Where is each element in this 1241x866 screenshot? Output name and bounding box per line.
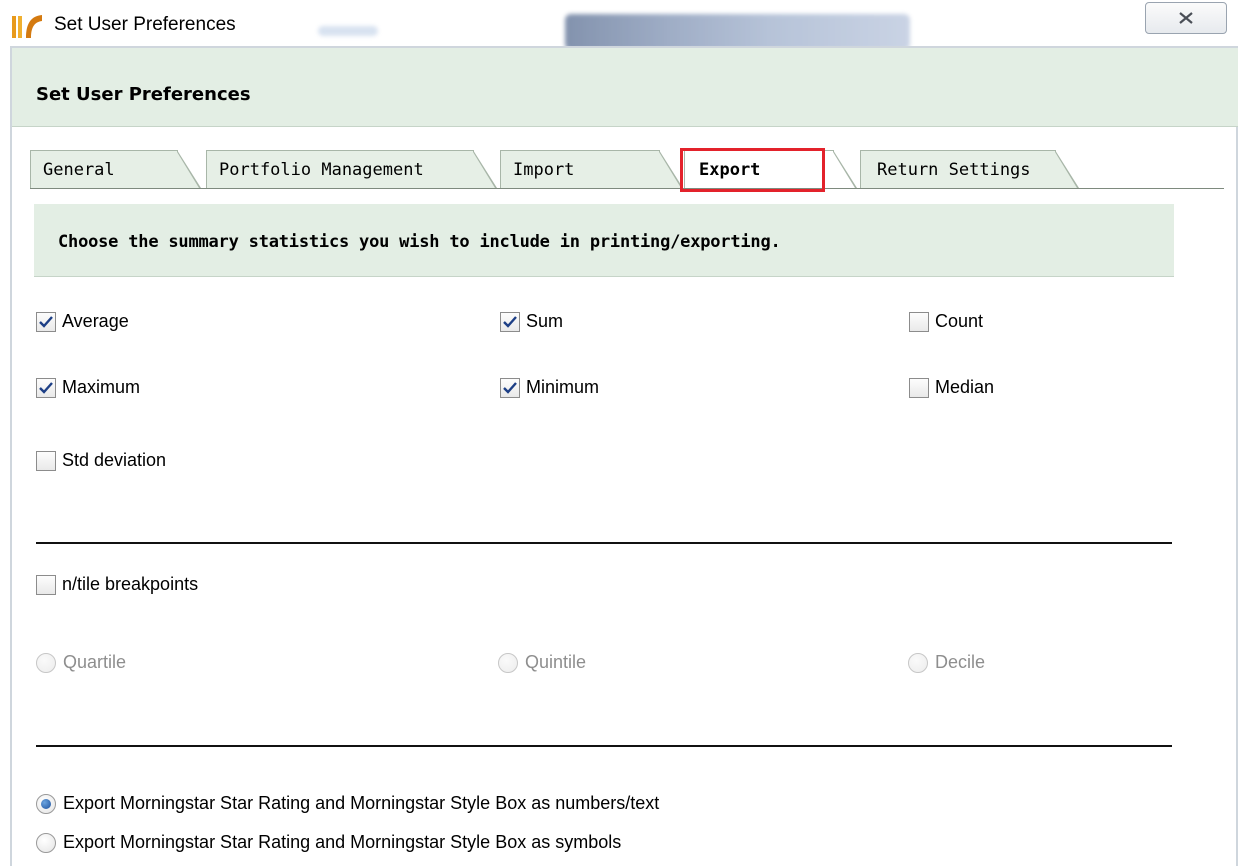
radio-label: Export Morningstar Star Rating and Morni… [63,832,622,852]
checkmark-icon [503,381,517,394]
tab-general[interactable]: General [30,150,201,188]
close-button[interactable] [1145,2,1227,34]
instruction-banner: Choose the summary statistics you wish t… [34,204,1174,277]
radio-circle[interactable] [908,652,928,673]
radio-export-numbers-text[interactable]: Export Morningstar Star Rating and Morni… [36,793,659,814]
checkbox-label: Count [935,311,984,331]
checkbox-label: Maximum [62,377,141,397]
tab-label: Export [699,159,761,180]
checkbox-box[interactable] [36,574,56,595]
checkbox-maximum[interactable]: Maximum [36,377,140,398]
blurred-region [318,26,378,36]
radio-circle[interactable] [36,652,56,673]
window-title-bar: Set User Preferences [0,0,1241,50]
blurred-region [565,14,910,50]
dialog-header: Set User Preferences [12,48,1238,127]
radio-decile[interactable]: Decile [908,652,985,673]
checkbox-box[interactable] [500,311,520,332]
checkbox-count[interactable]: Count [909,311,983,332]
checkbox-label: Std deviation [62,450,167,470]
checkbox-label: Minimum [526,377,600,397]
radio-quintile[interactable]: Quintile [498,652,586,673]
checkbox-label: Median [935,377,995,397]
section-divider [36,542,1172,544]
checkbox-box[interactable] [36,377,56,398]
checkbox-label: n/tile breakpoints [62,574,199,594]
checkbox-box[interactable] [909,377,929,398]
radio-label: Decile [935,652,986,672]
close-icon [1179,12,1193,24]
checkbox-std-deviation[interactable]: Std deviation [36,450,166,471]
checkbox-average[interactable]: Average [36,311,129,332]
dialog-header-title: Set User Preferences [36,84,251,105]
radio-label: Quartile [63,652,127,672]
checkbox-ntile-breakpoints[interactable]: n/tile breakpoints [36,574,198,595]
tab-portfolio-management[interactable]: Portfolio Management [206,150,497,188]
checkmark-icon [503,315,517,328]
checkbox-minimum[interactable]: Minimum [500,377,599,398]
radio-circle[interactable] [498,652,518,673]
checkmark-icon [39,315,53,328]
checkbox-box[interactable] [36,311,56,332]
radio-export-symbols[interactable]: Export Morningstar Star Rating and Morni… [36,832,621,853]
checkbox-label: Sum [526,311,564,331]
tab-label: General [43,159,115,180]
tab-label: Return Settings [877,159,1031,180]
radio-circle[interactable] [36,793,56,814]
checkmark-icon [39,381,53,394]
tab-import[interactable]: Import [500,150,683,188]
section-divider [36,745,1172,747]
tab-strip-divider [30,188,1224,189]
radio-quartile[interactable]: Quartile [36,652,126,673]
radio-label: Export Morningstar Star Rating and Morni… [63,793,660,813]
checkbox-box[interactable] [500,377,520,398]
radio-label: Quintile [525,652,587,672]
checkbox-sum[interactable]: Sum [500,311,563,332]
tab-return-settings[interactable]: Return Settings [860,150,1079,188]
morningstar-logo-icon [12,15,42,38]
checkbox-median[interactable]: Median [909,377,994,398]
tab-label: Portfolio Management [219,159,424,180]
checkbox-label: Average [62,311,129,331]
instruction-text: Choose the summary statistics you wish t… [58,232,781,252]
tab-export[interactable]: Export [684,150,857,188]
radio-circle[interactable] [36,832,56,853]
window-title: Set User Preferences [54,14,236,35]
checkbox-box[interactable] [36,450,56,471]
radio-selected-dot [41,798,51,809]
tab-label: Import [513,159,575,180]
checkbox-box[interactable] [909,311,929,332]
